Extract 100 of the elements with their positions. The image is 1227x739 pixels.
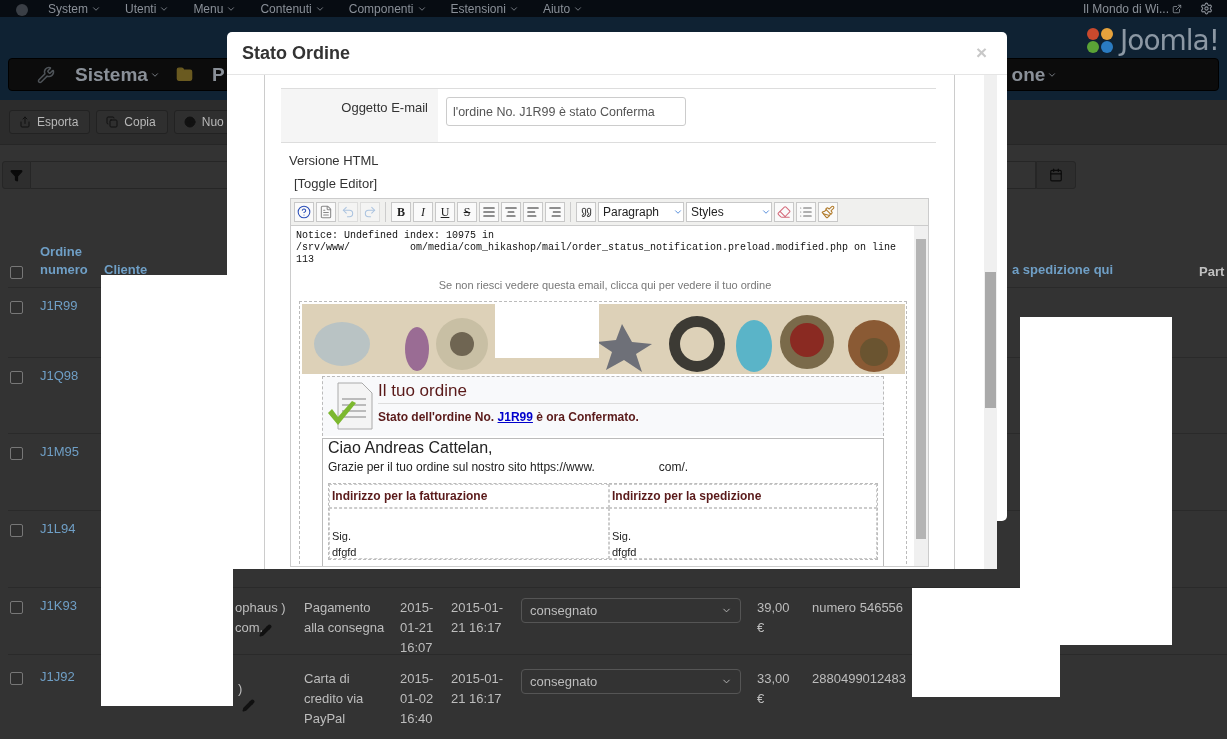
external-link-icon xyxy=(1172,3,1182,14)
logo-text: Joomla! xyxy=(1120,23,1219,57)
strike-button[interactable]: S xyxy=(457,202,477,222)
table-button[interactable] xyxy=(796,202,816,222)
settings-icon[interactable] xyxy=(1200,2,1213,15)
address-heading: Indirizzo per la spedizione xyxy=(609,484,877,508)
table-cell-text: 39,00 € xyxy=(757,599,791,637)
underline-button[interactable]: U xyxy=(435,202,455,222)
html-editor[interactable] xyxy=(290,198,929,567)
row-checkbox[interactable] xyxy=(10,447,23,460)
folder-icon xyxy=(175,66,193,83)
caret-icon xyxy=(673,207,683,217)
format-select[interactable]: Styles xyxy=(686,202,772,222)
menu-item[interactable]: Utenti xyxy=(125,1,170,16)
subject-field[interactable]: l'ordine No. J1R99 è stato Conferma xyxy=(446,97,686,126)
menu-item[interactable]: Componenti xyxy=(348,1,427,16)
address-line: Sig. xyxy=(332,530,352,542)
order-link[interactable]: J1R99 xyxy=(497,410,533,424)
row-checkbox[interactable] xyxy=(10,672,23,685)
align-left-icon xyxy=(526,205,540,219)
address-line: dfgfd xyxy=(332,546,358,558)
align-right-icon xyxy=(548,205,562,219)
select-all-checkbox[interactable] xyxy=(10,266,23,279)
order-link[interactable]: J1M95 xyxy=(40,444,104,510)
menu-item[interactable]: Menu xyxy=(193,1,237,16)
scrollbar-thumb[interactable] xyxy=(916,239,926,539)
align-justify-icon xyxy=(482,205,496,219)
section-label: Versione HTML xyxy=(289,153,380,168)
view-online-link[interactable]: Se non riesci vedere questa email, clicca qui per vedere il tuo ordine xyxy=(296,279,914,291)
menu-item[interactable]: Aiuto xyxy=(542,1,584,16)
greeting-text: Ciao Andreas Cattelan, xyxy=(328,439,494,457)
menu-item[interactable]: Contenuti xyxy=(260,1,325,16)
italic-button[interactable]: I xyxy=(413,202,433,222)
table-cell-text: 2015-01-21 16:17 xyxy=(451,599,505,637)
calendar-icon xyxy=(1049,168,1063,182)
format-select[interactable]: Paragraph xyxy=(598,202,684,222)
menu-item[interactable]: one xyxy=(1011,63,1058,86)
broom-button[interactable] xyxy=(818,202,838,222)
menu-item[interactable]: Sistema xyxy=(75,63,160,86)
order-link[interactable]: J1K93 xyxy=(40,598,104,658)
caret-icon xyxy=(761,207,771,217)
scrollbar-thumb[interactable] xyxy=(985,272,996,408)
filter-icon xyxy=(10,168,23,182)
table-cell-text: 2880499012483 xyxy=(812,670,907,688)
order-link[interactable]: J1J92 xyxy=(40,669,104,729)
order-link[interactable]: J1L94 xyxy=(40,521,104,587)
toggle-editor-link[interactable]: [Toggle Editor] xyxy=(294,176,378,191)
right-button[interactable] xyxy=(545,202,565,222)
menu-item[interactable]: Estensioni xyxy=(450,1,519,16)
notice-text: 113 xyxy=(296,254,314,266)
status-text: Stato dell'ordine No. J1R99 è ora Confermato. xyxy=(378,410,640,424)
table-cell-text: com, xyxy=(235,619,264,637)
menu-item[interactable]: System xyxy=(48,1,101,16)
brush-icon xyxy=(821,205,835,219)
row-checkbox[interactable] xyxy=(10,301,23,314)
export-button[interactable]: Esporta xyxy=(9,110,91,134)
eraser-button[interactable] xyxy=(774,202,794,222)
table-cell-text: 33,00 € xyxy=(757,670,791,708)
table-cell-text: Carta di credito via PayPal xyxy=(304,670,365,728)
status-select[interactable]: consegnato xyxy=(521,598,741,623)
export-icon xyxy=(19,116,31,128)
quote-button[interactable] xyxy=(576,202,596,222)
new-doc-button[interactable] xyxy=(316,202,336,222)
order-title: Il tuo ordine xyxy=(378,381,883,404)
address-heading: Indirizzo per la fatturazione xyxy=(329,484,609,508)
left-button[interactable] xyxy=(523,202,543,222)
center-button[interactable] xyxy=(501,202,521,222)
table-cell-text: 2015-01-21 16:17 xyxy=(451,670,505,708)
table-cell-text: 2015-01-02 16:40 xyxy=(400,670,435,728)
wrench-icon xyxy=(37,65,55,84)
table-cell-text: numero 546556 xyxy=(812,599,905,617)
redo-icon xyxy=(363,205,377,219)
row-checkbox[interactable] xyxy=(10,524,23,537)
row-checkbox[interactable] xyxy=(10,371,23,384)
align-center-icon xyxy=(504,205,518,219)
table-cell-text: Pagamento alla consegna xyxy=(304,599,386,637)
quote-icon xyxy=(580,206,592,218)
document-icon xyxy=(319,205,333,219)
menu-item[interactable]: P xyxy=(211,63,225,86)
dialog-title: Stato Ordine xyxy=(242,42,350,64)
undo-icon xyxy=(341,205,355,219)
bold-button[interactable]: B xyxy=(391,202,411,222)
thanks-text: com/. xyxy=(658,460,689,474)
notice-text: /srv/www/ om/media/com_hikashop/mail/order_status_notification.preload.modified.php on line xyxy=(296,242,897,254)
justify-button[interactable] xyxy=(479,202,499,222)
list-icon xyxy=(799,205,813,219)
row-checkbox[interactable] xyxy=(10,601,23,614)
address-line: dfgfd xyxy=(612,546,638,558)
site-link[interactable]: Il Mondo di Wi... xyxy=(1082,1,1182,16)
eraser-icon xyxy=(777,205,791,219)
column-header: Part xyxy=(1199,264,1226,279)
help-button[interactable] xyxy=(294,202,314,222)
copy-button[interactable]: Copia xyxy=(96,110,168,134)
table-cell-text: ophaus ) xyxy=(235,599,286,617)
status-select[interactable]: consegnato xyxy=(521,669,741,694)
order-link[interactable]: J1R99 xyxy=(40,298,104,357)
address-line: Sig. xyxy=(612,530,632,542)
column-header[interactable]: Ordine numero xyxy=(40,243,104,279)
help-icon xyxy=(297,205,311,219)
order-link[interactable]: J1Q98 xyxy=(40,368,104,433)
